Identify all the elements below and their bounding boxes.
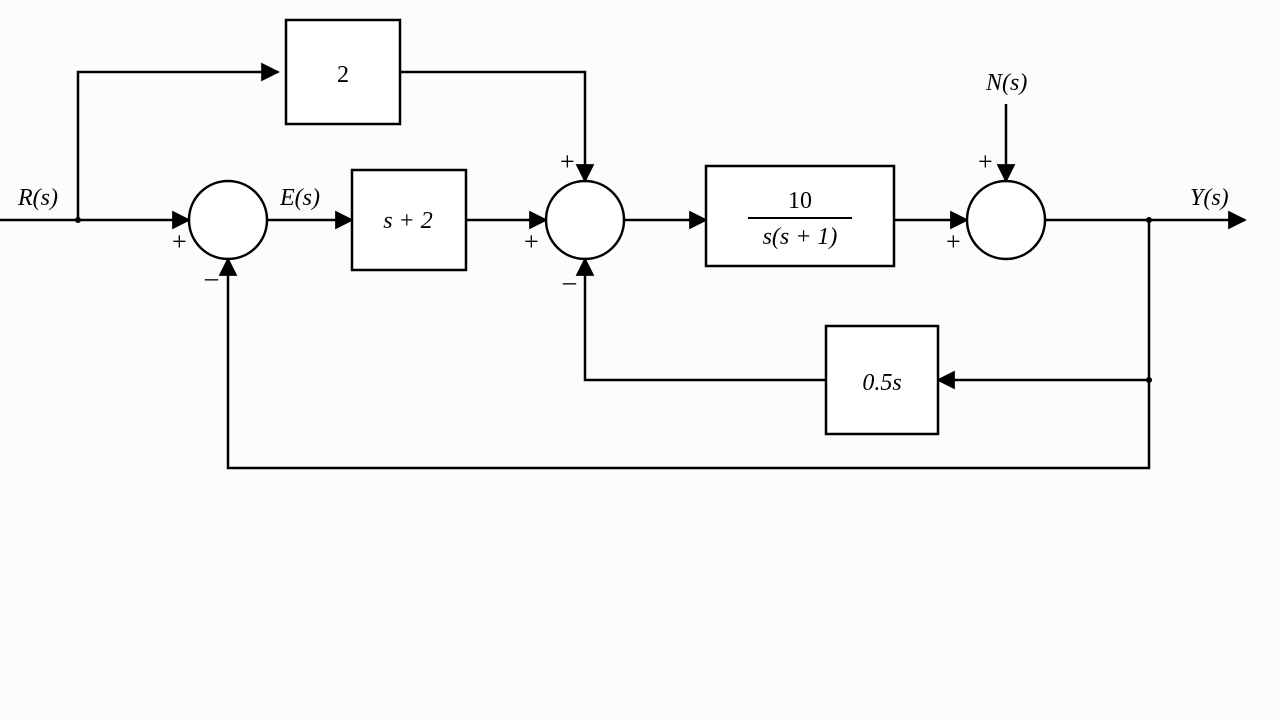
error-label: E(s) [279, 185, 320, 211]
output-label: Y(s) [1190, 185, 1229, 211]
sum3-sign-left: + [946, 227, 961, 256]
controller-tf: s + 2 [383, 208, 433, 234]
feedforward-gain: 2 [337, 62, 349, 88]
sum1-sign-left: + [172, 227, 187, 256]
summing-junction-2 [546, 181, 624, 259]
disturbance-label: N(s) [985, 70, 1027, 96]
sum2-sign-left: + [524, 227, 539, 256]
sum1-sign-bottom: – [204, 263, 219, 292]
inner-feedback-gain: 0.5s [862, 370, 901, 396]
plant-block [706, 166, 894, 266]
sum2-sign-top: + [560, 147, 575, 176]
summing-junction-3 [967, 181, 1045, 259]
plant-denominator: s(s + 1) [763, 224, 838, 250]
summing-junction-1 [189, 181, 267, 259]
block-diagram: R(s) + – E(s) s + 2 + + – 10 s(s + 1) + … [0, 0, 1280, 720]
plant-numerator: 10 [788, 188, 812, 214]
sum2-sign-bottom: – [562, 267, 577, 296]
sum3-sign-top: + [978, 147, 993, 176]
input-label: R(s) [17, 185, 58, 211]
